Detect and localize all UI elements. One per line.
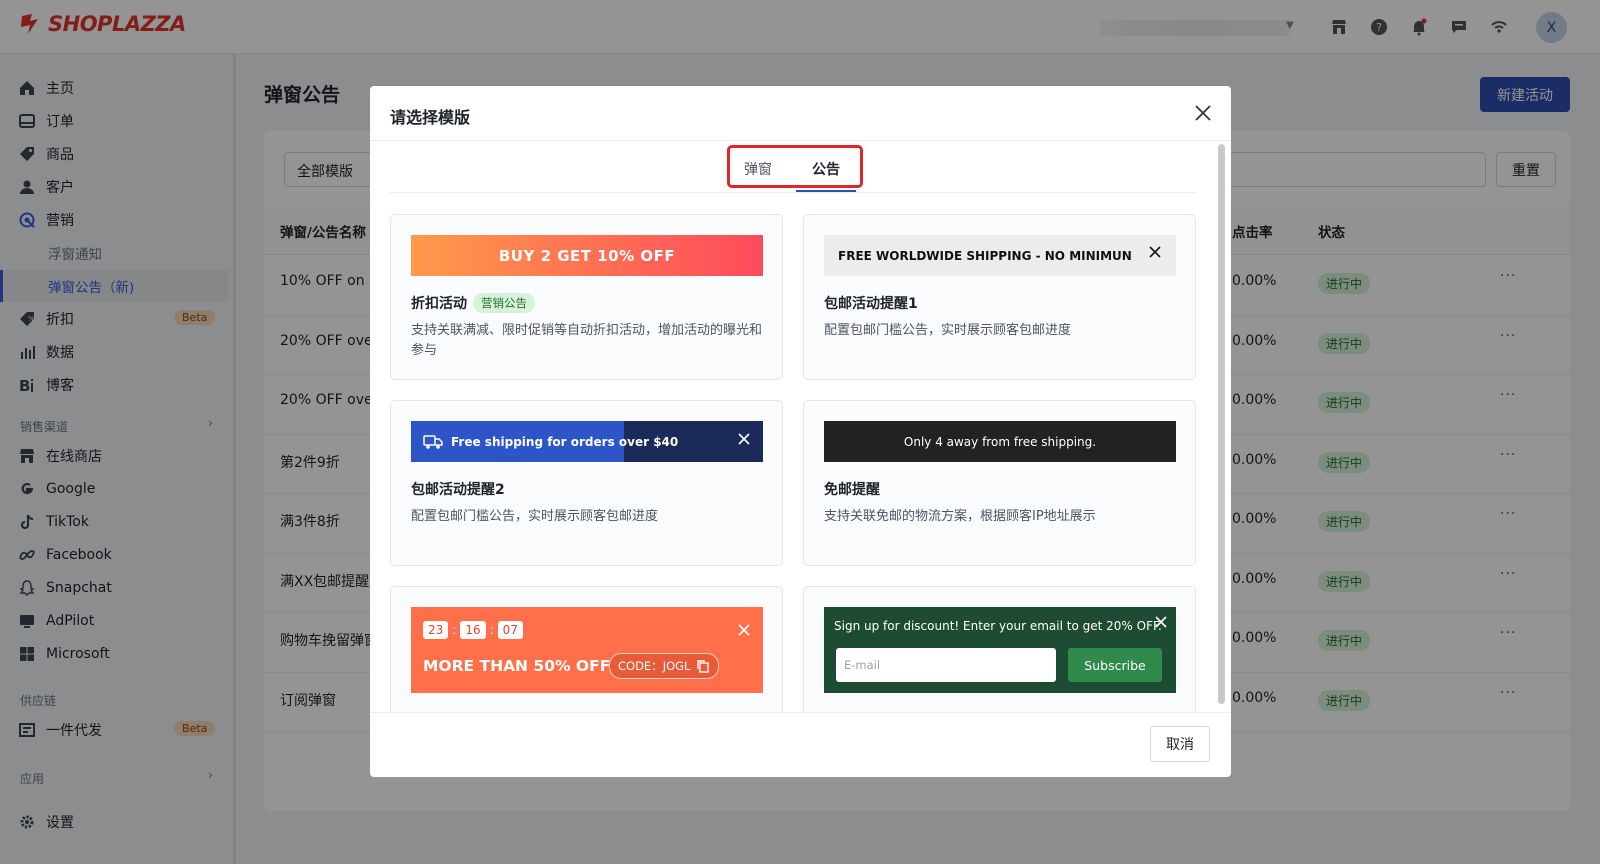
template-description: 配置包邮门槛公告，实时展示顾客包邮进度 [824, 323, 1072, 338]
divider [370, 712, 1231, 713]
template-card-subscribe[interactable]: Sign up for discount! Enter your email t… [803, 586, 1196, 712]
close-icon [738, 433, 750, 445]
template-name: 包邮活动提醒1 [824, 293, 918, 313]
template-title: 折扣活动 [411, 296, 467, 312]
email-field: E-mail [836, 648, 1056, 682]
template-card-discount[interactable]: BUY 2 GET 10% OFF 折扣活动 营销公告 支持关联满减、限时促销等… [390, 214, 783, 380]
template-title: 包邮活动提醒1 [824, 296, 918, 312]
template-title: 包邮活动提醒2 [411, 482, 505, 498]
cancel-button[interactable]: 取消 [1150, 726, 1210, 762]
template-grid: BUY 2 GET 10% OFF 折扣活动 营销公告 支持关联满减、限时促销等… [390, 214, 1196, 712]
banner-text: Free shipping for orders over $40 [451, 434, 679, 449]
close-icon [738, 624, 750, 636]
coupon-code-text: CODE：JOGL [618, 659, 691, 673]
template-banner: FREE WORLDWIDE SHIPPING - NO MINIMUN [824, 235, 1176, 276]
close-icon[interactable] [1192, 102, 1214, 124]
modal-scrollbar[interactable] [1218, 144, 1225, 704]
template-description: 支持关联免邮的物流方案，根据顾客IP地址展示 [824, 509, 1096, 524]
template-banner: Only 4 away from free shipping. [824, 421, 1176, 462]
close-icon [1155, 616, 1167, 628]
template-description: 配置包邮门槛公告，实时展示顾客包邮进度 [411, 509, 659, 524]
countdown-timer: 23 : 16 : 07 [423, 621, 523, 639]
banner-text: FREE WORLDWIDE SHIPPING - NO MINIMUN [838, 248, 1132, 263]
countdown-seconds: 07 [497, 621, 523, 639]
divider [370, 140, 1231, 141]
modal-title: 请选择模版 [390, 108, 471, 127]
template-banner: 23 : 16 : 07 MORE THAN 50% OFF CODE：JOGL [411, 607, 763, 693]
template-banner: Sign up for discount! Enter your email t… [824, 607, 1176, 693]
template-description: 支持关联满减、限时促销等自动折扣活动，增加活动的曝光和参与 [411, 323, 763, 358]
template-title: 免邮提醒 [824, 482, 880, 498]
close-icon [1149, 246, 1161, 258]
template-name: 免邮提醒 [824, 479, 880, 499]
copy-icon [697, 660, 710, 673]
template-banner: Free shipping for orders over $40 [411, 421, 763, 462]
banner-text: Sign up for discount! Enter your email t… [834, 619, 1162, 633]
banner-text: MORE THAN 50% OFF [423, 657, 611, 675]
template-tag: 营销公告 [473, 293, 535, 313]
countdown-minutes: 16 [460, 621, 486, 639]
subscribe-button: Subscribe [1068, 648, 1162, 682]
template-name: 包邮活动提醒2 [411, 479, 505, 499]
template-card-countdown[interactable]: 23 : 16 : 07 MORE THAN 50% OFF CODE：JOGL [390, 586, 783, 712]
divider [390, 192, 1196, 193]
coupon-code: CODE：JOGL [609, 653, 720, 679]
template-card-shipping-2[interactable]: Free shipping for orders over $40 包邮活动提醒… [390, 400, 783, 566]
tab-highlight-box [727, 145, 863, 188]
template-banner: BUY 2 GET 10% OFF [411, 235, 763, 276]
template-card-free-shipping[interactable]: Only 4 away from free shipping. 免邮提醒 支持关… [803, 400, 1196, 566]
truck-icon [423, 434, 443, 449]
template-name: 折扣活动 营销公告 [411, 293, 535, 313]
countdown-hours: 23 [423, 621, 449, 639]
template-card-shipping-1[interactable]: FREE WORLDWIDE SHIPPING - NO MINIMUN 包邮活… [803, 214, 1196, 380]
template-select-modal: 请选择模版 弹窗 公告 BUY 2 GET 10% OFF 折扣活动 营销公告 … [370, 86, 1231, 777]
